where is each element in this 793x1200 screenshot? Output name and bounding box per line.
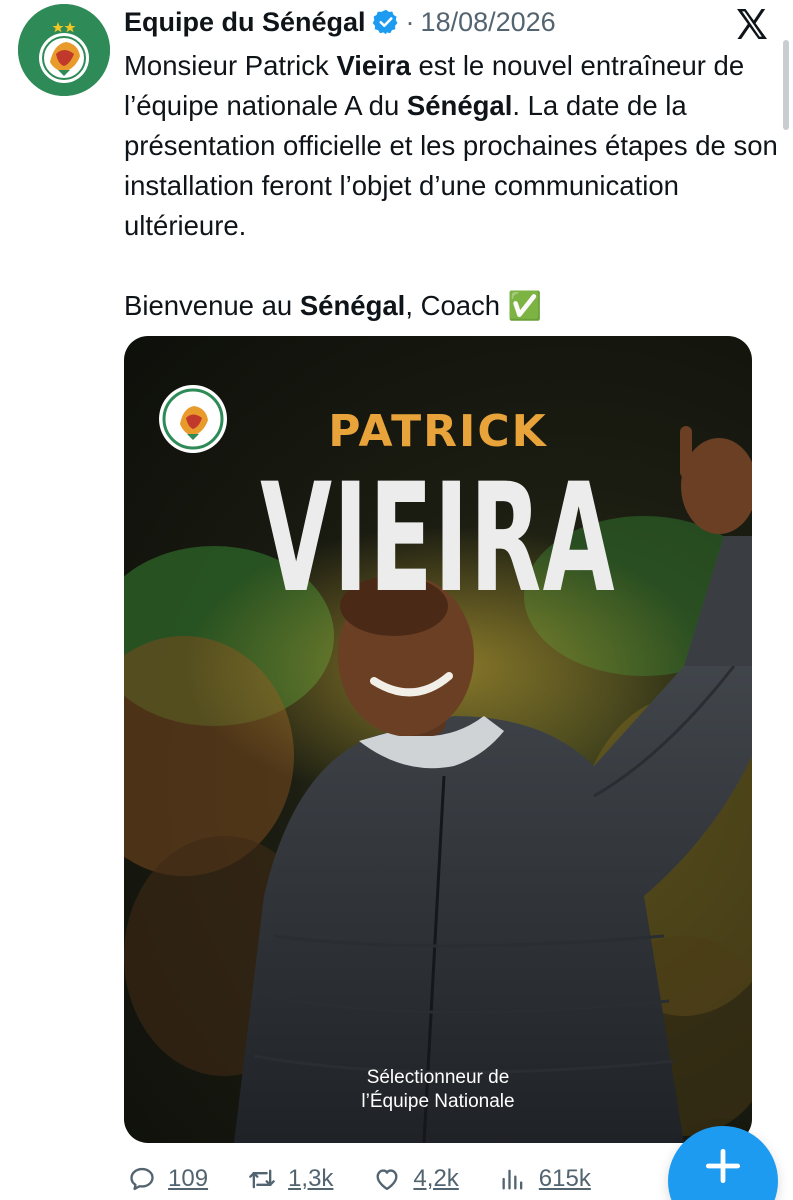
views-button[interactable]: 615k [499, 1165, 591, 1193]
like-count: 4,2k [413, 1165, 459, 1192]
senegal-crest-icon [18, 4, 110, 96]
poster-caption-line-1: Sélectionneur de [366, 1067, 510, 1088]
tweet-paragraph-2: Bienvenue au Sénégal, Coach ✅ [124, 286, 779, 326]
tweet-header: Equipe du Sénégal · 18/08/2026 [124, 2, 556, 42]
views-chart-icon [502, 1169, 523, 1190]
repost-count: 1,3k [288, 1165, 334, 1192]
tweet-text: Monsieur Patrick Vieira est le nouvel en… [124, 46, 779, 326]
like-button[interactable]: 4,2k [373, 1165, 459, 1193]
repost-icon [249, 1169, 275, 1189]
verified-badge-icon [372, 9, 397, 35]
text-run-bold: Vieira [336, 50, 411, 81]
tweet-paragraph-1: Monsieur Patrick Vieira est le nouvel en… [124, 46, 779, 246]
text-run-bold: Sénégal [299, 290, 406, 321]
text-run: , Coach ✅ [405, 290, 542, 321]
text-run: Monsieur Patrick [124, 50, 337, 81]
reply-icon [130, 1167, 154, 1191]
tweet-date[interactable]: 18/08/2026 [421, 7, 556, 38]
text-run: Bienvenue au [124, 290, 300, 321]
poster-caption: Sélectionneur de l’Équipe Nationale [124, 1066, 752, 1114]
text-run-bold: Sénégal [406, 90, 513, 121]
heart-icon [376, 1169, 398, 1191]
reply-count: 109 [168, 1165, 209, 1192]
author-avatar[interactable] [18, 4, 110, 96]
views-count: 615k [538, 1165, 591, 1192]
tweet-media-image[interactable]: PATRICK VIEIRA Sélectionneur de l’Équipe… [124, 336, 752, 1143]
poster-caption-line-2: l’Équipe Nationale [361, 1091, 515, 1112]
poster-last-name: VIEIRA [260, 452, 616, 626]
header-separator: · [405, 6, 415, 37]
poster-first-name: PATRICK [328, 406, 548, 457]
plus-icon [705, 1148, 741, 1184]
scrollbar[interactable] [783, 40, 789, 130]
author-name[interactable]: Equipe du Sénégal [124, 7, 366, 38]
x-logo-icon[interactable] [733, 6, 771, 42]
repost-button[interactable]: 1,3k [248, 1165, 333, 1193]
reply-button[interactable]: 109 [128, 1165, 208, 1193]
tweet-action-bar: 109 1,3k 4,2k 615k [128, 1158, 631, 1200]
